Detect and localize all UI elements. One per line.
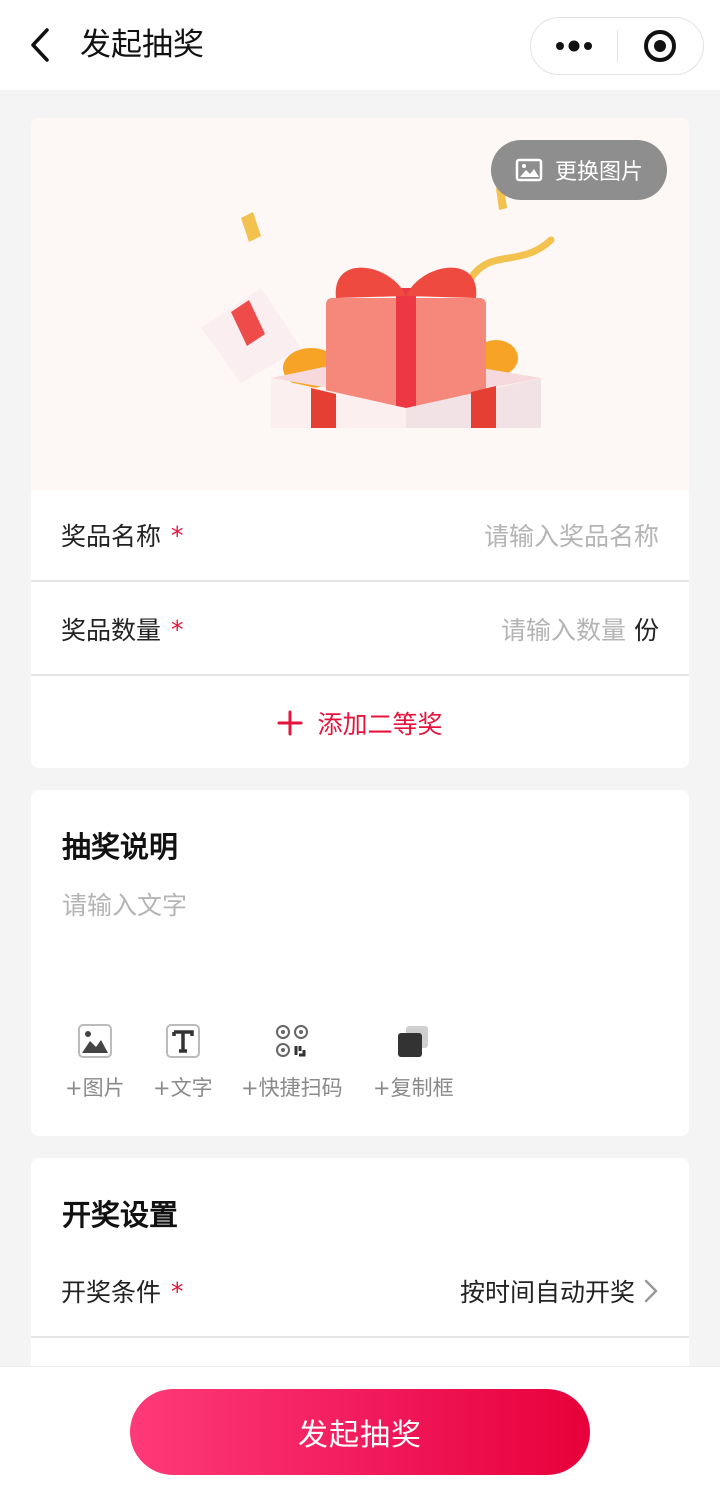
- change-image-button[interactable]: 更换图片: [491, 140, 667, 200]
- add-copy-box-label: +复制框: [373, 1076, 454, 1100]
- prize-quantity-row[interactable]: 奖品数量 * 请输入数量 份: [31, 584, 689, 676]
- prize-name-label: 奖品名称: [61, 522, 162, 551]
- draw-condition-label: 开奖条件: [61, 1278, 162, 1307]
- draw-condition-value: 按时间自动开奖: [459, 1278, 635, 1307]
- draw-settings-title: 开奖设置: [62, 1198, 179, 1232]
- gift-box-illustration: [201, 186, 555, 428]
- page-title: 发起抽奖: [80, 27, 204, 63]
- add-text-tool[interactable]: +文字: [153, 1022, 213, 1102]
- prize-name-row[interactable]: 奖品名称 * 请输入奖品名称: [31, 490, 689, 582]
- add-second-prize-button[interactable]: 添加二等奖: [31, 678, 689, 768]
- quantity-unit: 份: [633, 616, 659, 645]
- chevron-left-icon: [31, 28, 49, 62]
- copy-box-icon: [394, 1022, 432, 1060]
- prize-quantity-label: 奖品数量: [61, 616, 162, 645]
- nav-bar: 发起抽奖: [0, 0, 720, 90]
- target-circle-icon: [644, 30, 677, 62]
- add-image-tool[interactable]: +图片: [65, 1022, 125, 1102]
- prize-banner: 更换图片: [31, 118, 689, 490]
- start-lottery-button[interactable]: 发起抽奖: [130, 1389, 590, 1475]
- description-input[interactable]: 请输入文字: [62, 886, 187, 922]
- image-icon: [515, 158, 543, 182]
- add-copy-box-tool[interactable]: +复制框: [373, 1022, 454, 1102]
- image-icon: [76, 1022, 114, 1060]
- required-mark: *: [171, 1276, 184, 1306]
- add-quick-scan-label: +快捷扫码: [241, 1076, 343, 1100]
- required-mark: *: [171, 520, 184, 550]
- chevron-right-icon: [643, 1278, 659, 1304]
- more-dots-icon: [555, 40, 592, 52]
- description-title: 抽奖说明: [62, 830, 179, 864]
- bottom-action-bar: 发起抽奖: [0, 1366, 720, 1494]
- plus-icon: [277, 710, 303, 736]
- prize-name-input[interactable]: 请输入奖品名称: [484, 517, 659, 553]
- mini-program-capsule: [530, 17, 704, 75]
- prize-card: 更换图片 奖品名称 * 请输入奖品名称 奖品数量 * 请输入数量 份 添加二等奖: [31, 118, 689, 768]
- close-mini-program-button[interactable]: [618, 17, 704, 75]
- add-quick-scan-tool[interactable]: +快捷扫码: [241, 1022, 343, 1102]
- prize-quantity-input[interactable]: 请输入数量: [501, 611, 626, 647]
- text-icon: [164, 1022, 202, 1060]
- qr-icon: [273, 1022, 311, 1060]
- more-button[interactable]: [531, 17, 617, 75]
- add-text-label: +文字: [153, 1076, 213, 1100]
- description-card: 抽奖说明 请输入文字 +图片 +文字 +快捷扫码 +复制框: [31, 790, 689, 1136]
- change-image-label: 更换图片: [554, 160, 643, 185]
- required-mark: *: [171, 614, 184, 644]
- add-image-label: +图片: [65, 1076, 125, 1100]
- draw-condition-row[interactable]: 开奖条件 * 按时间自动开奖: [31, 1246, 689, 1338]
- back-button[interactable]: [20, 22, 60, 68]
- add-second-prize-label: 添加二等奖: [317, 710, 443, 739]
